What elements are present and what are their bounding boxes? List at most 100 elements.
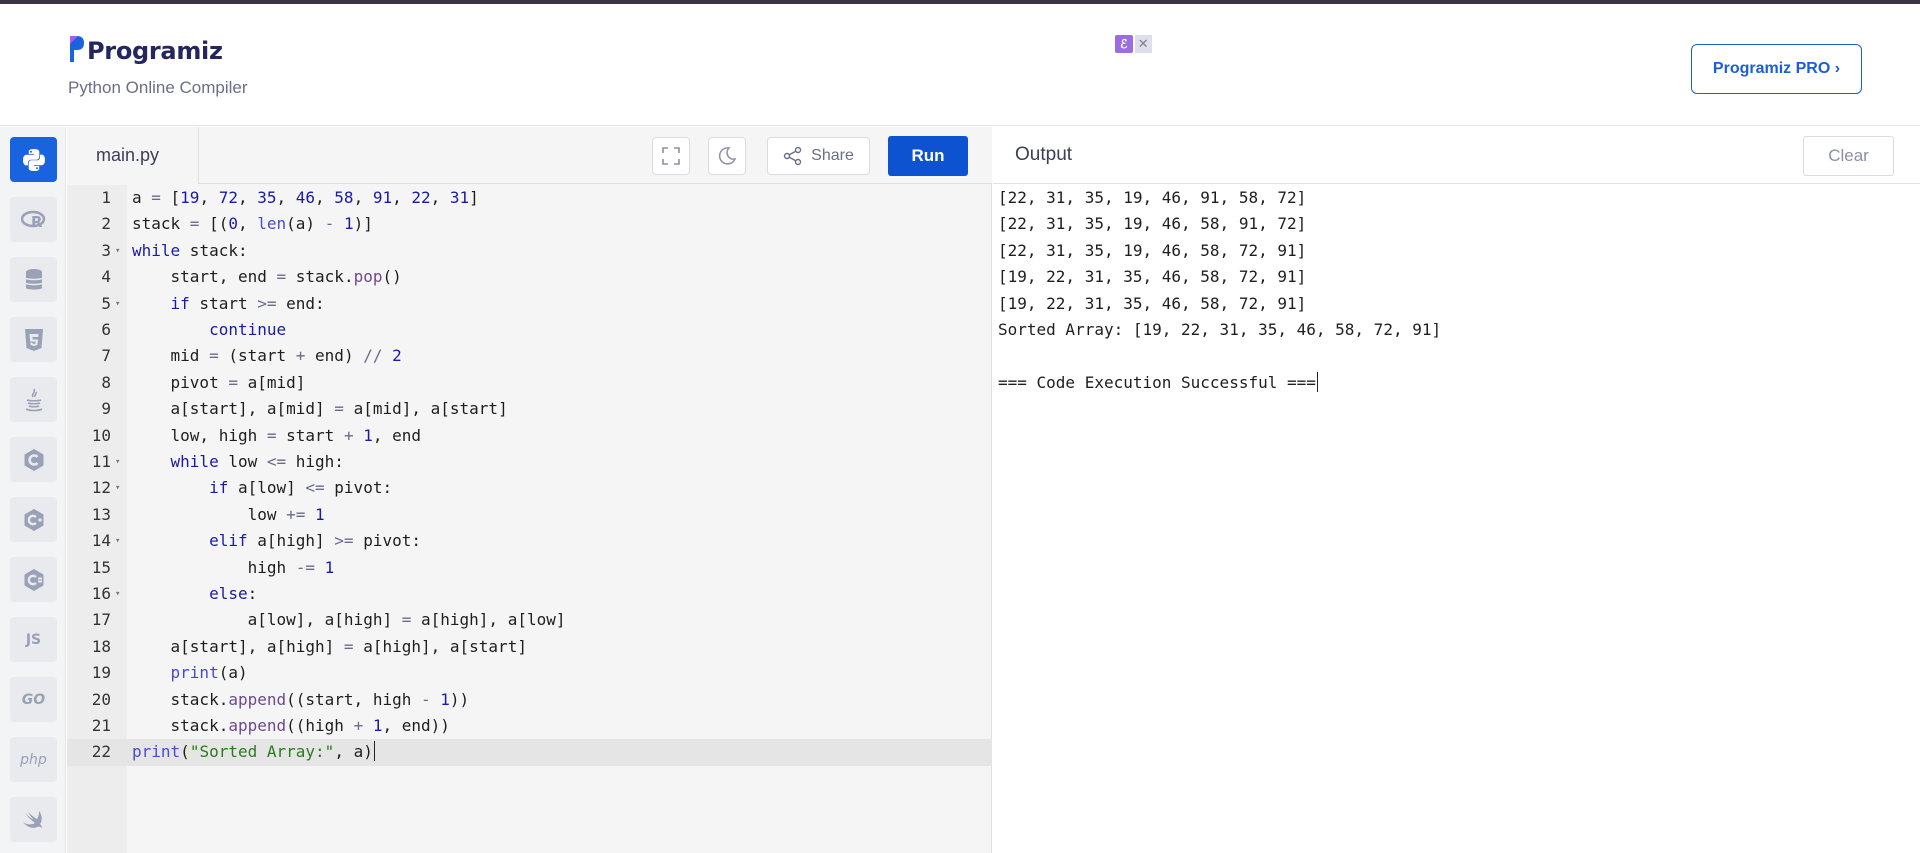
code-line[interactable]: 14 ▾ elif a[high] >= pivot: <box>67 528 992 554</box>
fold-arrow-icon[interactable]: ▾ <box>115 449 120 475</box>
line-number: 11 <box>91 452 111 471</box>
ad-close-icon[interactable]: ✕ <box>1134 35 1152 53</box>
code-line[interactable]: 22 print("Sorted Array:", a) <box>67 739 992 766</box>
share-icon <box>783 146 802 166</box>
line-number: 14 <box>91 531 111 551</box>
output-line: [22, 31, 35, 19, 46, 58, 91, 72] <box>998 214 1307 234</box>
code-text: continue <box>209 320 287 339</box>
sidebar-item-sql[interactable] <box>10 257 57 302</box>
output-title: Output <box>1015 144 1073 165</box>
line-number: 15 <box>91 557 111 577</box>
sidebar-item-csharp[interactable] <box>10 557 57 602</box>
line-number: 1 <box>101 188 111 207</box>
sidebar-item-c[interactable] <box>10 437 57 482</box>
database-icon <box>24 268 43 289</box>
run-button[interactable]: Run <box>888 136 968 176</box>
clear-button[interactable]: Clear <box>1803 136 1894 176</box>
code-line[interactable]: 21 stack.append((high + 1, end)) <box>67 713 992 739</box>
fold-arrow-icon[interactable]: ▾ <box>115 528 120 554</box>
output-line: [22, 31, 35, 19, 46, 58, 72, 91] <box>998 240 1307 260</box>
code-line[interactable]: 13 low += 1 <box>67 502 992 528</box>
code-line[interactable]: 1 a = [19, 72, 35, 46, 58, 91, 22, 31] <box>67 185 992 211</box>
fold-arrow-icon[interactable]: ▾ <box>115 291 120 317</box>
line-number: 6 <box>101 320 111 339</box>
theme-toggle-button[interactable] <box>708 137 746 175</box>
output-line: [19, 22, 31, 35, 46, 58, 72, 91] <box>998 267 1307 287</box>
brand-name: Programiz <box>87 37 223 65</box>
code-text: low += 1 <box>132 504 325 524</box>
code-line[interactable]: 11 ▾ while low <= high: <box>67 449 992 475</box>
code-line[interactable]: 18 a[start], a[high] = a[high], a[start] <box>67 634 992 660</box>
code-line[interactable]: 3 ▾ while stack: <box>67 238 992 264</box>
code-line[interactable]: 17 a[low], a[high] = a[high], a[low] <box>67 607 992 633</box>
output-toolbar: Output Clear <box>993 127 1920 184</box>
output-line: [19, 22, 31, 35, 46, 58, 72, 91] <box>998 293 1307 313</box>
code-line[interactable]: 20 stack.append((start, high - 1)) <box>67 687 992 713</box>
code-line[interactable]: 7 mid = (start + end) // 2 <box>67 343 992 369</box>
sidebar-item-java[interactable] <box>10 377 57 422</box>
page-subtitle: Python Online Compiler <box>68 78 248 97</box>
js-icon: JS <box>25 631 42 648</box>
code-text: a[start], a[mid] = a[mid], a[start] <box>132 399 508 419</box>
code-line[interactable]: 2 stack = [(0, len(a) - 1)] <box>67 211 992 237</box>
programiz-logo[interactable]: Programiz <box>68 34 223 68</box>
share-label: Share <box>811 147 854 164</box>
swift-icon <box>22 810 42 828</box>
fullscreen-button[interactable] <box>652 137 690 175</box>
code-text: stack.append((start, high - 1)) <box>132 689 470 709</box>
code-text: high -= 1 <box>132 557 335 577</box>
code-text: pivot = a[mid] <box>132 372 306 392</box>
svg-text:R: R <box>31 213 43 231</box>
code-line[interactable]: 8 pivot = a[mid] <box>67 370 992 396</box>
code-text: a = [19, 72, 35, 46, 58, 91, 22, 31] <box>132 188 479 207</box>
sidebar-item-swift[interactable] <box>10 797 57 842</box>
sidebar-item-go[interactable]: GO <box>10 677 57 722</box>
line-number: 9 <box>101 399 111 419</box>
sidebar-item-php[interactable]: php <box>10 737 57 782</box>
sidebar-item-js[interactable]: JS <box>10 617 57 662</box>
output-console[interactable]: [22, 31, 35, 19, 46, 91, 58, 72] [22, 31,… <box>998 185 1441 396</box>
code-text: a[start], a[high] = a[high], a[start] <box>132 636 527 656</box>
line-number: 7 <box>101 346 111 366</box>
ad-info-icon[interactable]: ℰ <box>1115 35 1133 53</box>
sidebar-item-html[interactable] <box>10 317 57 362</box>
php-icon: php <box>20 751 47 768</box>
code-line[interactable]: 9 a[start], a[mid] = a[mid], a[start] <box>67 396 992 422</box>
csharp-icon <box>24 568 43 591</box>
sidebar-item-r[interactable]: R <box>10 197 57 242</box>
moon-icon <box>718 147 737 165</box>
code-text: a[low], a[high] = a[high], a[low] <box>132 610 566 630</box>
file-tab-main[interactable]: main.py <box>67 127 199 185</box>
code-line[interactable]: 5 ▾ if start >= end: <box>67 291 992 317</box>
code-editor[interactable]: 1 a = [19, 72, 35, 46, 58, 91, 22, 31] 2 st… <box>67 185 992 853</box>
line-number: 2 <box>101 214 111 234</box>
code-line[interactable]: 19 print(a) <box>67 660 992 686</box>
programiz-pro-button[interactable]: Programiz PRO › <box>1691 44 1862 94</box>
fold-arrow-icon[interactable]: ▾ <box>115 581 120 607</box>
text-cursor <box>373 741 375 762</box>
code-line[interactable]: 10 low, high = start + 1, end <box>67 423 992 449</box>
share-button[interactable]: Share <box>767 137 870 175</box>
ad-badge[interactable]: ℰ ✕ <box>1115 35 1152 55</box>
sidebar-item-python[interactable] <box>10 137 57 182</box>
code-text: if a[low] <= pivot: <box>209 478 393 498</box>
code-line[interactable]: 16 ▾ else: <box>67 581 992 607</box>
code-text: if start >= end: <box>170 293 325 313</box>
fold-arrow-icon[interactable]: ▾ <box>115 475 120 501</box>
line-number: 20 <box>91 689 111 709</box>
code-text: else: <box>209 584 258 603</box>
sidebar-item-cpp[interactable] <box>10 497 57 542</box>
fold-arrow-icon[interactable]: ▾ <box>115 238 120 264</box>
code-text: low, high = start + 1, end <box>132 425 422 445</box>
code-line[interactable]: 15 high -= 1 <box>67 555 992 581</box>
code-line[interactable]: 6 continue <box>67 317 992 343</box>
r-icon: R <box>20 210 45 231</box>
code-text: stack.append((high + 1, end)) <box>132 716 450 735</box>
code-text: start, end = stack.pop() <box>132 267 402 287</box>
code-line[interactable]: 4 start, end = stack.pop() <box>67 264 992 290</box>
output-panel: Output Clear [22, 31, 35, 19, 46, 91, 58… <box>993 127 1920 853</box>
line-number: 18 <box>91 636 111 656</box>
line-number: 5 <box>101 293 111 313</box>
code-line[interactable]: 12 ▾ if a[low] <= pivot: <box>67 475 992 501</box>
